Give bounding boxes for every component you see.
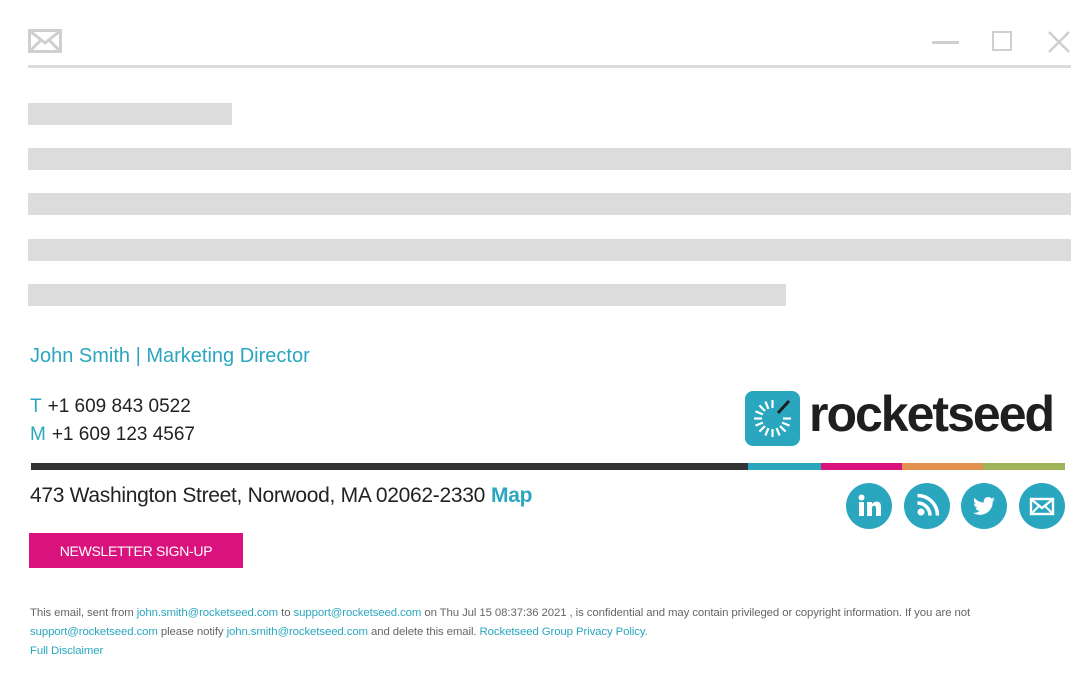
rss-icon[interactable] xyxy=(904,483,950,529)
envelope-icon xyxy=(28,29,62,53)
mobile-label: M xyxy=(30,424,46,445)
signature-bar-orange xyxy=(902,463,983,470)
mobile-row: M +1 609 123 4567 xyxy=(30,424,195,446)
title-divider xyxy=(28,65,1071,68)
phone-row: T +1 609 843 0522 xyxy=(30,396,191,418)
email-window: John Smith | Marketing Director T +1 609 … xyxy=(0,0,1083,674)
disclaimer-text: This email, sent from xyxy=(30,607,137,619)
signature-bar-teal xyxy=(748,463,821,470)
email-disclaimer: This email, sent from john.smith@rockets… xyxy=(30,604,1080,661)
linkedin-icon[interactable] xyxy=(846,483,892,529)
logo-mark-icon xyxy=(745,391,800,446)
phone-number[interactable]: +1 609 843 0522 xyxy=(48,396,191,417)
placeholder-line xyxy=(28,239,1071,261)
sender-email-link-2[interactable]: john.smith@rocketseed.com xyxy=(227,626,368,638)
placeholder-line xyxy=(28,103,232,125)
disclaimer-text: on Thu Jul 15 08:37:36 2021 , is confide… xyxy=(421,607,971,619)
logo-wordmark: rocketseed xyxy=(809,386,1055,442)
privacy-policy-link[interactable]: Rocketseed Group Privacy Policy. xyxy=(480,626,648,638)
recipient-email-link-2[interactable]: support@rocketseed.com xyxy=(30,626,158,638)
signature-bar-magenta xyxy=(821,463,902,470)
address-line: 473 Washington Street, Norwood, MA 02062… xyxy=(30,484,532,508)
maximize-icon[interactable] xyxy=(992,31,1012,51)
twitter-icon[interactable] xyxy=(961,483,1007,529)
placeholder-line xyxy=(28,284,786,306)
signature-name-title: John Smith | Marketing Director xyxy=(30,345,310,367)
disclaimer-text: please notify xyxy=(157,626,227,638)
map-link[interactable]: Map xyxy=(491,484,532,507)
full-disclaimer-link[interactable]: Full Disclaimer xyxy=(30,645,103,657)
minimize-icon[interactable] xyxy=(932,41,959,44)
address-text: 473 Washington Street, Norwood, MA 02062… xyxy=(30,484,486,507)
placeholder-line xyxy=(28,148,1071,170)
email-icon[interactable] xyxy=(1019,483,1065,529)
phone-label: T xyxy=(30,396,42,417)
signature-bar-green xyxy=(983,463,1065,470)
close-icon[interactable] xyxy=(1047,30,1071,54)
disclaimer-text: to xyxy=(278,607,294,619)
recipient-email-link[interactable]: support@rocketseed.com xyxy=(294,607,422,619)
signature-bar-dark xyxy=(31,463,748,470)
placeholder-line xyxy=(28,193,1071,215)
mobile-number[interactable]: +1 609 123 4567 xyxy=(52,424,195,445)
newsletter-signup-button[interactable]: NEWSLETTER SIGN-UP xyxy=(29,533,243,568)
sender-email-link[interactable]: john.smith@rocketseed.com xyxy=(137,607,278,619)
disclaimer-text: and delete this email. xyxy=(367,626,480,638)
